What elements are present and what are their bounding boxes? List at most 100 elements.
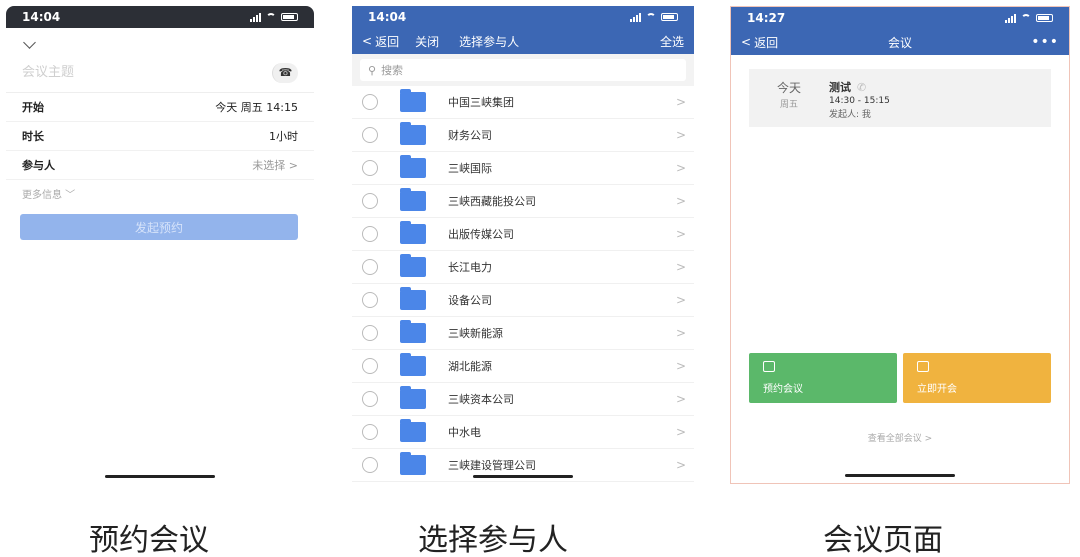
select-radio[interactable] [362, 94, 378, 110]
view-all-meetings-link[interactable]: 查看全部会议 > [731, 431, 1069, 444]
status-bar: 14:04 [352, 6, 694, 28]
duration-row[interactable]: 时长 1小时 [6, 122, 314, 151]
caption-booking: 预约会议 [89, 523, 209, 557]
chevron-right-icon: > [675, 194, 686, 208]
select-all-button[interactable]: 全选 [660, 33, 684, 50]
caption-meeting-page: 会议页面 [823, 523, 943, 557]
submit-booking-button[interactable]: 发起预约 [20, 214, 298, 240]
status-time: 14:04 [22, 10, 61, 24]
folder-icon [400, 452, 426, 475]
meeting-host: 发起人: 我 [829, 110, 871, 120]
chevron-right-icon: > [675, 95, 686, 109]
org-name: 中水电 [448, 426, 481, 439]
chevron-right-icon: > [675, 326, 686, 340]
folder-icon [400, 419, 426, 442]
select-radio[interactable] [362, 457, 378, 473]
page-title: 选择参与人 [459, 34, 520, 49]
back-label: 返回 [375, 34, 400, 49]
back-label: 返回 [754, 35, 779, 50]
nav-bar: < 返回 会议 ••• [731, 29, 1069, 55]
org-row[interactable]: 长江电力 > [352, 251, 694, 284]
phone-icon[interactable]: ☎ [272, 62, 298, 83]
select-radio[interactable] [362, 292, 378, 308]
org-name: 三峡国际 [448, 162, 492, 175]
org-row[interactable]: 三峡西藏能投公司 > [352, 185, 694, 218]
chevron-right-icon: > [675, 260, 686, 274]
select-radio[interactable] [362, 358, 378, 374]
org-name: 三峡建设管理公司 [448, 459, 536, 472]
org-row[interactable]: 出版传媒公司 > [352, 218, 694, 251]
chevron-right-icon: > [675, 128, 686, 142]
select-radio[interactable] [362, 193, 378, 209]
select-radio[interactable] [362, 226, 378, 242]
org-row[interactable]: 中水电 > [352, 416, 694, 449]
select-radio[interactable] [362, 127, 378, 143]
start-meeting-label: 立即开会 [917, 384, 957, 395]
home-indicator[interactable] [845, 474, 955, 477]
more-info-toggle[interactable]: 更多信息 ﹀ [6, 180, 314, 206]
search-input[interactable] [381, 63, 582, 77]
topic-row: ☎ [6, 53, 314, 93]
org-row[interactable]: 设备公司 > [352, 284, 694, 317]
chevron-right-icon: > [675, 392, 686, 406]
select-radio[interactable] [362, 424, 378, 440]
book-meeting-button[interactable]: 预约会议 [749, 353, 897, 403]
start-row[interactable]: 开始 今天 周五 14:15 [6, 93, 314, 122]
folder-icon [400, 155, 426, 178]
search-icon: ⚲ [368, 63, 377, 77]
org-row[interactable]: 财务公司 > [352, 119, 694, 152]
select-radio[interactable] [362, 325, 378, 341]
chevron-right-icon: > [675, 161, 686, 175]
phone-icon: ✆ [857, 80, 867, 94]
home-indicator[interactable] [105, 475, 215, 478]
org-row[interactable]: 三峡国际 > [352, 152, 694, 185]
home-indicator[interactable] [473, 475, 573, 478]
meeting-card[interactable]: 今天 周五 测试 ✆ 14:30 - 15:15 发起人: 我 [749, 69, 1051, 127]
start-meeting-button[interactable]: 立即开会 [903, 353, 1051, 403]
book-meeting-label: 预约会议 [763, 384, 803, 395]
wifi-icon [266, 13, 276, 21]
select-participants-screen: 14:04 < 返回 关闭 选择参与人 全选 ⚲ 中国三峡集团>财务公司>三峡国… [352, 6, 694, 484]
select-radio[interactable] [362, 160, 378, 176]
org-name: 出版传媒公司 [448, 228, 514, 241]
org-name: 三峡新能源 [448, 327, 503, 340]
folder-icon [400, 89, 426, 112]
chevron-left-icon: < [741, 35, 752, 49]
battery-icon [661, 13, 678, 21]
page-title: 会议 [887, 35, 912, 50]
start-label: 开始 [22, 101, 44, 114]
signal-icon [1005, 13, 1016, 23]
chevron-right-icon: > [675, 458, 686, 472]
folder-icon [400, 122, 426, 145]
signal-icon [630, 12, 641, 22]
folder-icon [400, 287, 426, 310]
status-time: 14:04 [368, 10, 407, 24]
org-name: 湖北能源 [448, 360, 492, 373]
org-list: 中国三峡集团 > 财务公司 > 三峡国际 > 三峡西藏能投公司 > 出版传媒公司 > 长江电力 > 设备… [352, 86, 694, 482]
folder-icon [400, 221, 426, 244]
card-weekday: 周五 [779, 100, 798, 110]
meeting-screen: 14:27 < 返回 会议 ••• 今天 周五 测试 ✆ 14:30 - 15:… [730, 6, 1070, 484]
org-name: 三峡西藏能投公司 [448, 195, 536, 208]
signal-icon [250, 12, 261, 22]
more-icon[interactable]: ••• [1031, 34, 1059, 50]
org-row[interactable]: 三峡资本公司 > [352, 383, 694, 416]
back-button[interactable]: < 返回 [362, 33, 399, 50]
duration-value: 1小时 [269, 130, 298, 143]
collapse-chevron-icon[interactable] [23, 36, 36, 49]
status-time: 14:27 [747, 11, 786, 25]
org-name: 设备公司 [448, 294, 492, 307]
org-row[interactable]: 湖北能源 > [352, 350, 694, 383]
topic-input[interactable] [22, 65, 222, 80]
participants-row[interactable]: 参与人 未选择 > [6, 151, 314, 180]
start-value: 今天 周五 14:15 [215, 101, 298, 114]
folder-icon [400, 320, 426, 343]
chevron-right-icon: > [675, 293, 686, 307]
org-row[interactable]: 中国三峡集团 > [352, 86, 694, 119]
select-radio[interactable] [362, 391, 378, 407]
caption-select-participants: 选择参与人 [418, 523, 568, 557]
back-button[interactable]: < 返回 [741, 34, 778, 51]
org-row[interactable]: 三峡新能源 > [352, 317, 694, 350]
close-button[interactable]: 关闭 [415, 33, 439, 50]
select-radio[interactable] [362, 259, 378, 275]
